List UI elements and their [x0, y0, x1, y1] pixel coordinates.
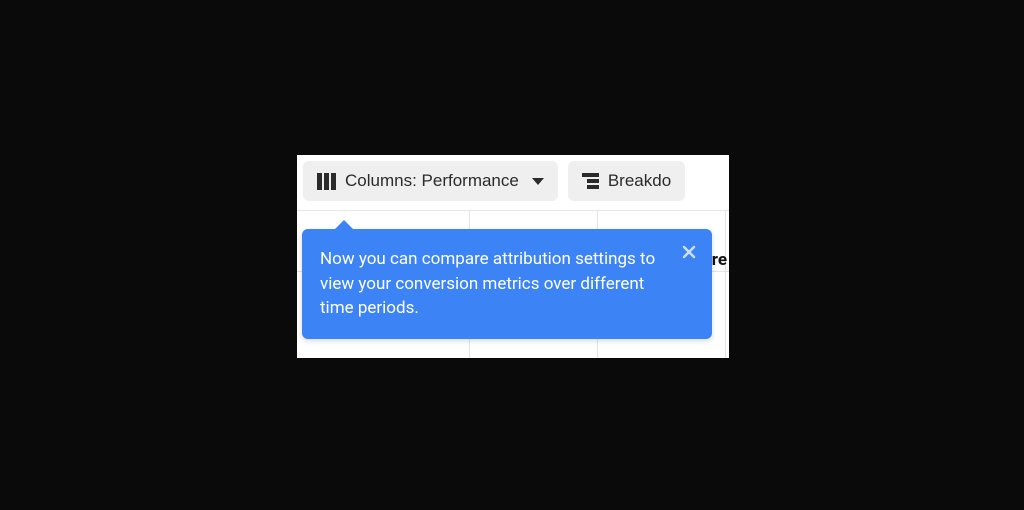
info-tooltip: Now you can compare attribution settings…	[302, 229, 712, 339]
columns-button-label: Columns: Performance	[345, 171, 519, 191]
caret-down-icon	[532, 178, 544, 185]
tooltip-close-button[interactable]	[679, 242, 699, 262]
close-icon	[682, 245, 696, 259]
truncated-text: re	[712, 250, 727, 270]
breakdown-button-label: Breakdo	[608, 171, 671, 191]
tooltip-message: Now you can compare attribution settings…	[320, 247, 668, 321]
breakdown-icon	[582, 173, 599, 190]
columns-button[interactable]: Columns: Performance	[303, 161, 558, 201]
columns-icon	[317, 173, 336, 190]
breakdown-button[interactable]: Breakdo	[568, 161, 685, 201]
ui-panel: Columns: Performance Breakdo re Now you …	[297, 155, 729, 358]
toolbar: Columns: Performance Breakdo	[297, 155, 729, 201]
tooltip-arrow	[334, 220, 354, 230]
